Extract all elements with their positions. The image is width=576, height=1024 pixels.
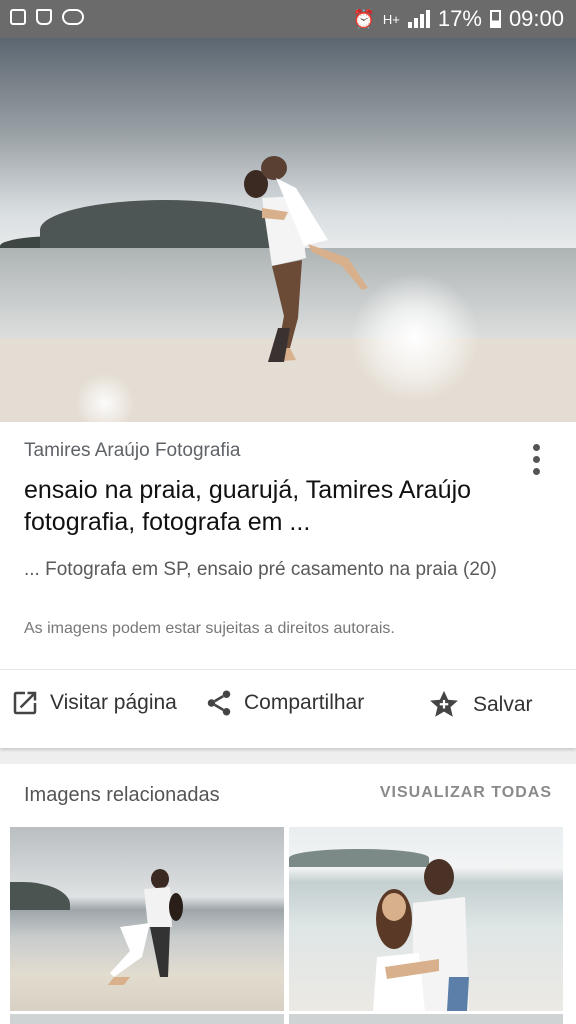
- battery-percent: 17%: [437, 6, 482, 31]
- visit-page-label: Visitar página: [50, 691, 177, 714]
- recycle-icon: [36, 9, 52, 25]
- result-snippet: ... Fotografa em SP, ensaio pré casament…: [24, 559, 497, 580]
- couple-figure: [108, 869, 183, 985]
- view-all-link[interactable]: VISUALIZAR TODAS: [380, 784, 552, 802]
- action-bar: Visitar página Compartilhar Salvar: [0, 670, 576, 748]
- share-button[interactable]: Compartilhar: [204, 688, 364, 718]
- open-in-new-icon: [13, 691, 37, 715]
- share-icon: [207, 690, 231, 716]
- related-images-section: Imagens relacionadas VISUALIZAR TODAS: [0, 764, 576, 1024]
- result-card: Tamires Araújo Fotografia ensaio na prai…: [0, 422, 576, 748]
- result-image[interactable]: [0, 38, 576, 422]
- signal-icon: [407, 10, 430, 28]
- related-image-2[interactable]: [289, 827, 563, 1011]
- share-label: Compartilhar: [244, 691, 365, 714]
- related-image-1[interactable]: [10, 827, 284, 1011]
- copyright-notice: As imagens podem estar sujeitas a direit…: [24, 620, 395, 637]
- visit-page-button[interactable]: Visitar página: [10, 688, 177, 718]
- system-icons: ⏰ H+ 17% 09:00: [352, 6, 564, 32]
- network-type: H+: [382, 11, 400, 27]
- voicemail-icon: [62, 9, 84, 25]
- status-bar: ⏰ H+ 17% 09:00: [0, 0, 576, 38]
- related-image-3[interactable]: [10, 1014, 284, 1024]
- clock: 09:00: [508, 6, 564, 31]
- battery-icon: [489, 10, 501, 28]
- star-plus-icon: [430, 690, 458, 717]
- gallery-icon: [10, 9, 26, 25]
- related-image-4[interactable]: [289, 1014, 563, 1024]
- save-label: Salvar: [473, 693, 533, 716]
- source-site[interactable]: Tamires Araújo Fotografia: [24, 440, 241, 462]
- notification-icons: [10, 9, 84, 25]
- couple-figure: [373, 859, 469, 1011]
- couple-figure: [244, 156, 368, 362]
- save-button[interactable]: Salvar: [425, 688, 533, 722]
- related-title: Imagens relacionadas: [24, 784, 220, 806]
- result-title[interactable]: ensaio na praia, guarujá, Tamires Araújo…: [24, 474, 544, 538]
- alarm-icon: ⏰: [352, 8, 375, 29]
